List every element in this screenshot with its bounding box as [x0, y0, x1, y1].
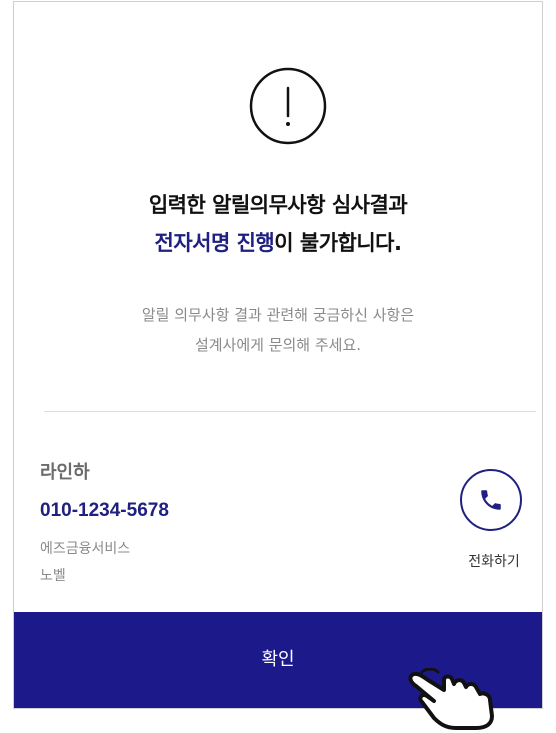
- confirm-button-label: 확인: [261, 648, 295, 670]
- message-line1: 알릴 의무사항 결과 관련해 궁금하신 사항은: [141, 306, 415, 324]
- headline-line2: 전자서명 진행이 불가합니다.: [14, 224, 542, 262]
- headline-line1: 입력한 알릴의무사항 심사결과: [148, 193, 408, 217]
- exclamation-circle-icon: [249, 67, 327, 145]
- agent-company: 에즈금융서비스: [40, 541, 131, 557]
- agent-grade: 노벨: [40, 568, 66, 584]
- message-line2: 설계사에게 문의해 주세요.: [194, 336, 362, 354]
- agent-name: 라인하: [40, 462, 90, 483]
- call-button[interactable]: [460, 469, 522, 531]
- pointing-hand-icon: [408, 668, 494, 730]
- divider: [44, 411, 536, 412]
- headline-rest: 이 불가합니다.: [274, 231, 402, 255]
- dialog-card: 입력한 알릴의무사항 심사결과 전자서명 진행이 불가합니다. 알릴 의무사항 …: [13, 1, 543, 709]
- call-button-label[interactable]: 전화하기: [454, 551, 534, 571]
- message: 알릴 의무사항 결과 관련해 궁금하신 사항은 설계사에게 문의해 주세요.: [14, 300, 542, 360]
- headline-accent: 전자서명 진행: [154, 231, 275, 255]
- phone-icon: [481, 490, 501, 510]
- headline: 입력한 알릴의무사항 심사결과 전자서명 진행이 불가합니다.: [14, 186, 542, 262]
- agent-phone: 010-1234-5678: [40, 500, 169, 521]
